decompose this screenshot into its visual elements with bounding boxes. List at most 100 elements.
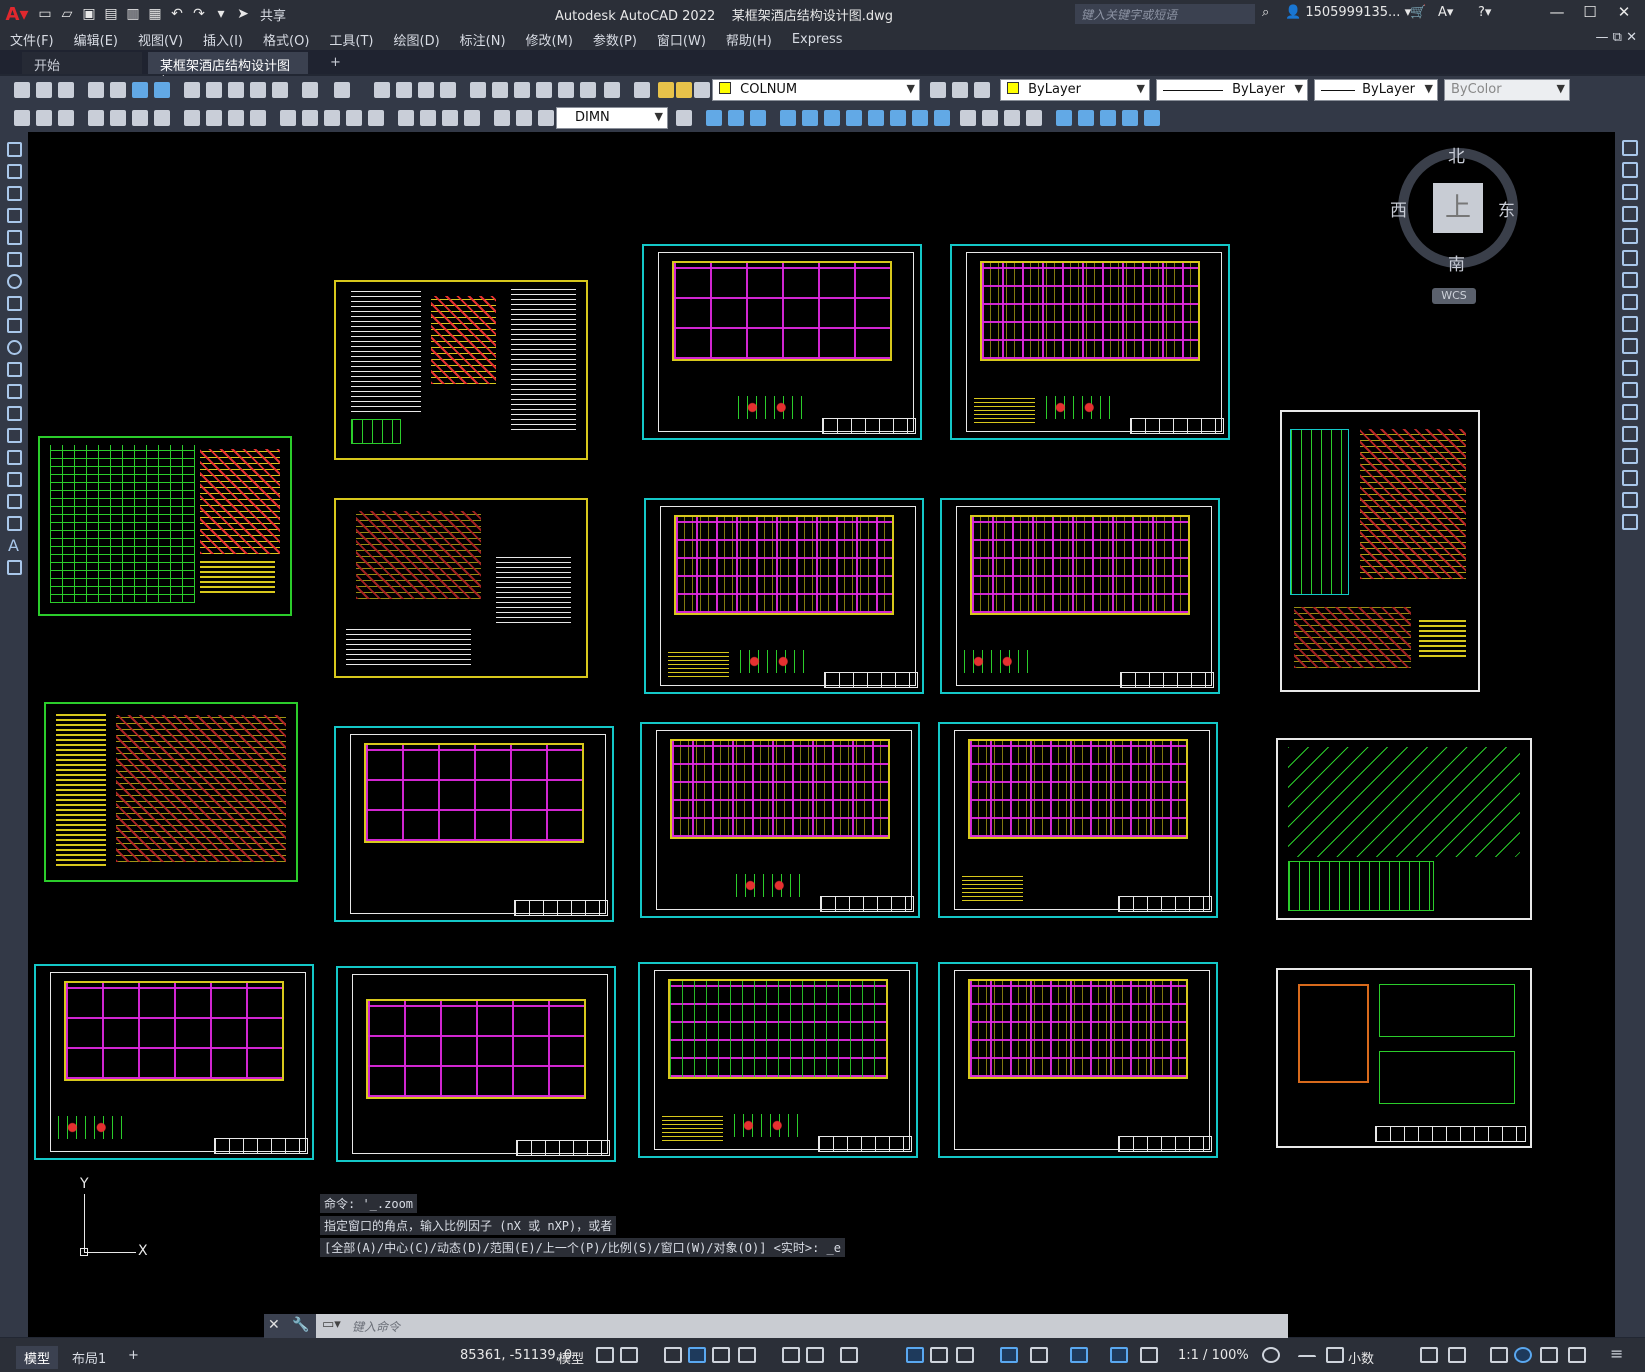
- rotate-icon[interactable]: [846, 110, 862, 126]
- recent-commands-icon[interactable]: ▭▾: [322, 1317, 341, 1332]
- plotstyle-dropdown[interactable]: ByColor ▼: [1444, 79, 1570, 101]
- scale-tool-icon[interactable]: [1622, 294, 1638, 310]
- rectangle-icon[interactable]: [7, 230, 22, 245]
- sheet-set-icon[interactable]: [536, 82, 552, 98]
- menu-tools[interactable]: 工具(T): [329, 30, 373, 49]
- break-icon[interactable]: [960, 110, 976, 126]
- workspace-gear-icon[interactable]: [1262, 1347, 1280, 1363]
- break-at-point-icon[interactable]: [1622, 382, 1638, 398]
- stretch-tool-icon[interactable]: [1622, 316, 1638, 332]
- autodesk-app-icon[interactable]: A▾: [1438, 5, 1453, 20]
- export-icon[interactable]: ▥: [122, 3, 144, 25]
- drawing-sheet-plan-2[interactable]: [950, 244, 1230, 440]
- open-file-icon[interactable]: ▱: [56, 3, 78, 25]
- center-mark-icon[interactable]: [420, 110, 436, 126]
- zoom-window-icon[interactable]: [418, 82, 434, 98]
- menu-window[interactable]: 窗口(W): [657, 30, 706, 49]
- redo-icon[interactable]: ↷: [188, 3, 210, 25]
- menu-modify[interactable]: 修改(M): [526, 30, 573, 49]
- drawing-sheet-plan-6[interactable]: [938, 722, 1218, 918]
- dim-edit-icon[interactable]: [494, 110, 510, 126]
- qnew-icon[interactable]: [14, 82, 30, 98]
- command-line[interactable]: ✕ 🔧 ▭▾ 键入命令: [264, 1314, 1288, 1338]
- 3d-print-icon[interactable]: [154, 82, 170, 98]
- erase-icon[interactable]: [706, 110, 722, 126]
- chamfer-tool-icon[interactable]: [1622, 448, 1638, 464]
- drawing-sheet-stair-sections[interactable]: [1276, 738, 1532, 920]
- viewcube-west[interactable]: 西: [1390, 196, 1407, 221]
- drawing-sheet-pit-details[interactable]: [1276, 968, 1532, 1148]
- new-tab-button[interactable]: +: [318, 52, 353, 74]
- region-icon[interactable]: [7, 494, 22, 509]
- explode-icon[interactable]: [1056, 110, 1072, 126]
- new-file-icon[interactable]: ▭: [34, 3, 56, 25]
- units-icon[interactable]: [1326, 1347, 1344, 1363]
- drawing-sheet-foundation-plan[interactable]: [334, 726, 614, 922]
- dynamic-ucs-icon[interactable]: [1030, 1347, 1048, 1363]
- annotation-monitor-icon[interactable]: [1298, 1355, 1316, 1371]
- menu-edit[interactable]: 编辑(E): [74, 30, 118, 49]
- annotation-visibility-icon[interactable]: [1110, 1347, 1128, 1363]
- hatch-to-back-icon[interactable]: [58, 110, 74, 126]
- menu-dimension[interactable]: 标注(N): [460, 30, 506, 49]
- ellipse-arc-icon[interactable]: [7, 362, 22, 377]
- help-icon[interactable]: ?▾: [1478, 5, 1491, 20]
- table-icon[interactable]: [7, 516, 22, 531]
- preview-icon[interactable]: [110, 82, 126, 98]
- dim-update-icon[interactable]: [538, 110, 554, 126]
- tab-layout1[interactable]: 布局1: [64, 1346, 114, 1369]
- scale-icon[interactable]: [868, 110, 884, 126]
- help-icon[interactable]: [604, 82, 620, 98]
- hatch-icon[interactable]: [7, 450, 22, 465]
- ordinate-dim-icon[interactable]: [154, 110, 170, 126]
- dim-style-manager-icon[interactable]: [676, 110, 692, 126]
- share-icon[interactable]: ➤: [232, 3, 254, 25]
- drawing-canvas[interactable]: 上 北 南 东 西 WCS Y X 命令: '_.zoom 指定窗口的角点，输入…: [28, 132, 1615, 1337]
- tab-model[interactable]: 模型: [16, 1346, 59, 1369]
- polyline-icon[interactable]: [7, 186, 22, 201]
- offset-tool-icon[interactable]: [1622, 206, 1638, 222]
- linear-dim-icon[interactable]: [88, 110, 104, 126]
- minimize-button[interactable]: —: [1545, 3, 1569, 25]
- linetype-dropdown[interactable]: ByLayer ▼: [1156, 79, 1308, 101]
- calculator-icon[interactable]: [580, 82, 596, 98]
- account-menu[interactable]: 👤 1505999135... ▾: [1285, 5, 1411, 20]
- lock-ui-icon[interactable]: [1448, 1347, 1466, 1363]
- lineweight-icon[interactable]: [906, 1347, 924, 1363]
- extend-icon[interactable]: [934, 110, 950, 126]
- layer-thaw-icon[interactable]: [676, 82, 692, 98]
- zoom-realtime-icon[interactable]: [396, 82, 412, 98]
- make-current-layer-icon[interactable]: [930, 82, 946, 98]
- save-as-icon[interactable]: ▤: [100, 3, 122, 25]
- polar-tracking-icon[interactable]: [738, 1347, 756, 1363]
- erase-tool-icon[interactable]: [1622, 140, 1638, 156]
- viewcube-south[interactable]: 南: [1448, 250, 1465, 275]
- copy-icon[interactable]: [206, 82, 222, 98]
- insert-block-icon[interactable]: [7, 384, 22, 399]
- drawing-sheet-general-notes[interactable]: [334, 280, 588, 460]
- break-tool-icon[interactable]: [1622, 404, 1638, 420]
- zoom-previous-icon[interactable]: [440, 82, 456, 98]
- customize-qa-icon[interactable]: ▾: [210, 3, 232, 25]
- paste-icon[interactable]: [228, 82, 244, 98]
- snap-mode-icon[interactable]: [620, 1347, 638, 1363]
- 3d-osnap-icon[interactable]: [1000, 1347, 1018, 1363]
- quick-dim-icon[interactable]: [280, 110, 296, 126]
- layer-lock-icon[interactable]: [694, 82, 710, 98]
- maximize-button[interactable]: ☐: [1578, 3, 1602, 25]
- construction-line-icon[interactable]: [7, 164, 22, 179]
- array-icon[interactable]: [802, 110, 818, 126]
- transparency-icon[interactable]: [930, 1347, 948, 1363]
- arc-icon[interactable]: [7, 252, 22, 267]
- jogged-dim-icon[interactable]: [206, 110, 222, 126]
- drawing-sheet-beam-details[interactable]: [44, 702, 298, 882]
- customize-status-bar-icon[interactable]: ≡: [1610, 1344, 1623, 1363]
- menu-view[interactable]: 视图(V): [138, 30, 183, 49]
- command-input[interactable]: 键入命令: [352, 1318, 400, 1335]
- multiline-text-icon[interactable]: A: [8, 536, 19, 555]
- text-to-front-icon[interactable]: [36, 110, 52, 126]
- gradient-icon[interactable]: [7, 472, 22, 487]
- lineweight-dropdown[interactable]: ByLayer ▼: [1314, 79, 1438, 101]
- plot-icon[interactable]: [88, 82, 104, 98]
- polygon-icon[interactable]: [7, 208, 22, 223]
